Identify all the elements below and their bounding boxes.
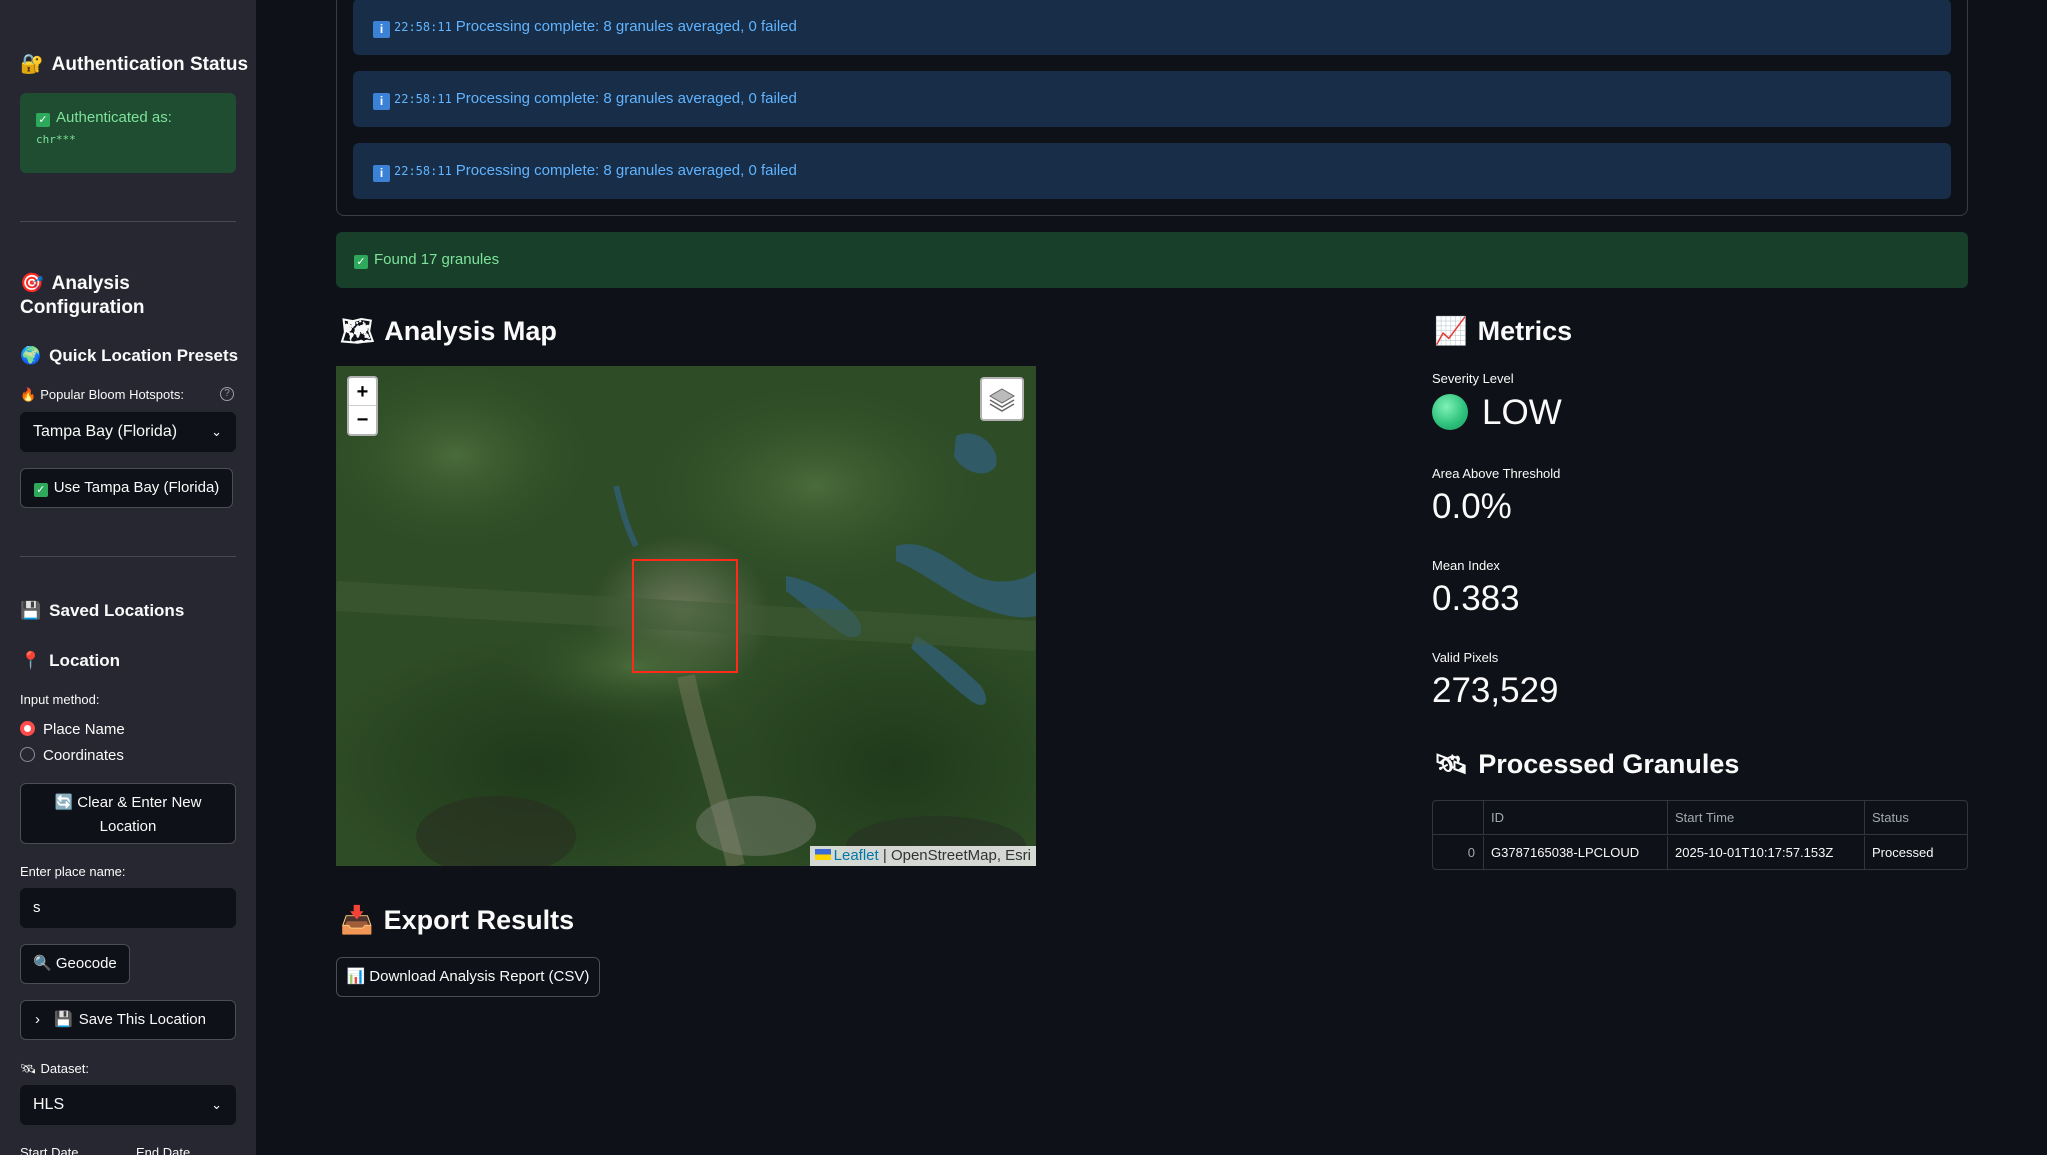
auth-message: Authenticated as: <box>56 109 172 126</box>
log-entry: i 22:58:11 Processing complete: 8 granules… <box>353 71 1951 127</box>
presets-heading: 🌍 Quick Location Presets <box>20 346 239 365</box>
log-entry: i 22:58:11 Processing complete: 8 granules… <box>353 0 1951 55</box>
sidebar: 🔐 Authentication Status ✓ Authenticated as… <box>0 0 256 1155</box>
saved-locations-heading: 💾 Saved Locations <box>20 601 185 620</box>
success-alert: ✓ Found 17 granules <box>336 232 1968 288</box>
auth-success-alert: ✓ Authenticated as: chr*** <box>20 93 236 173</box>
severity-value: LOW <box>1432 393 1562 433</box>
row-index-cell: 0 <box>1433 836 1484 870</box>
help-icon[interactable]: ? <box>220 387 234 401</box>
column-header-index <box>1433 801 1484 835</box>
export-heading: 📥 Export Results <box>340 905 575 935</box>
bar-chart-icon: 📊 <box>346 968 366 985</box>
zoom-in-button[interactable]: + <box>349 378 376 406</box>
clear-location-button[interactable]: 🔄 Clear & Enter New Location <box>20 783 236 844</box>
hotspot-select[interactable]: Tampa Bay (Florida) ⌄ <box>20 412 236 452</box>
floppy-disk-icon: 💾 <box>20 601 42 620</box>
area-value: 0.0% <box>1432 487 1512 526</box>
divider <box>20 556 236 557</box>
layers-icon <box>989 388 1015 412</box>
location-heading: 📍 Location <box>20 651 121 670</box>
mean-index-label: Mean Index <box>1432 558 1500 573</box>
analysis-map[interactable]: + − Leaflet | OpenStreetMap, Esri <box>336 366 1036 866</box>
column-header-status[interactable]: Status <box>1865 801 1967 835</box>
chevron-down-icon: ⌄ <box>211 1097 222 1112</box>
metrics-heading: 📈 Metrics <box>1434 316 1573 346</box>
zoom-out-button[interactable]: − <box>349 406 376 434</box>
satellite-icon: 🛰 <box>1434 749 1469 779</box>
chart-up-icon: 📈 <box>1434 316 1468 346</box>
satellite-icon: 🛰 <box>20 1061 37 1076</box>
place-name-input[interactable]: s <box>20 888 236 928</box>
map-heading: 🗺 Analysis Map <box>340 316 557 346</box>
severity-indicator-icon <box>1432 394 1468 430</box>
valid-pixels-value: 273,529 <box>1432 671 1559 710</box>
floppy-disk-icon: 💾 <box>54 1011 73 1028</box>
granules-heading: 🛰 Processed Granules <box>1434 749 1740 779</box>
chevron-down-icon: ⌄ <box>211 424 222 439</box>
input-method-label: Input method: <box>20 692 100 707</box>
radio-dot <box>20 721 35 736</box>
start-time-cell[interactable]: 2025-10-01T10:17:57.153Z <box>1668 836 1865 870</box>
valid-pixels-label: Valid Pixels <box>1432 650 1499 665</box>
pin-icon: 📍 <box>20 651 42 670</box>
refresh-icon: 🔄 <box>54 794 74 811</box>
geocode-button[interactable]: 🔍 Geocode <box>20 944 130 984</box>
download-report-button[interactable]: 📊 Download Analysis Report (CSV) <box>336 957 600 997</box>
hotspots-label: 🔥 Popular Bloom Hotspots: <box>20 387 184 402</box>
mean-index-value: 0.383 <box>1432 579 1520 618</box>
dataset-select[interactable]: HLS ⌄ <box>20 1085 236 1125</box>
table-header-row: ID Start Time Status <box>1433 801 1967 835</box>
ukraine-flag-icon <box>814 849 831 860</box>
end-date-label: End Date <box>136 1145 191 1155</box>
layers-control-button[interactable] <box>980 377 1024 421</box>
radio-coordinates[interactable]: Coordinates <box>20 747 124 764</box>
area-of-interest-rectangle <box>632 559 738 673</box>
analysis-config-heading: 🎯 Analysis Configuration <box>20 273 145 318</box>
leaflet-link[interactable]: Leaflet <box>834 847 879 864</box>
fire-icon: 🔥 <box>20 387 37 402</box>
divider <box>20 221 236 222</box>
target-icon: 🎯 <box>20 273 44 294</box>
save-location-expander[interactable]: › 💾 Save This Location <box>20 1000 236 1040</box>
table-row[interactable]: 0 G3787165038-LPCLOUD 2025-10-01T10:17:5… <box>1433 836 1967 870</box>
globe-icon: 🌍 <box>20 346 42 365</box>
lock-icon: 🔐 <box>20 54 44 75</box>
info-icon: i <box>373 165 390 182</box>
column-header-start-time[interactable]: Start Time <box>1668 801 1865 835</box>
severity-label: Severity Level <box>1432 371 1514 386</box>
radio-dot <box>20 747 35 762</box>
column-header-id[interactable]: ID <box>1484 801 1668 835</box>
zoom-control: + − <box>347 376 378 436</box>
inbox-tray-icon: 📥 <box>340 905 374 935</box>
auth-user: chr*** <box>36 133 76 146</box>
search-icon: 🔍 <box>33 955 52 972</box>
info-icon: i <box>373 93 390 110</box>
area-label: Area Above Threshold <box>1432 466 1561 481</box>
check-icon: ✓ <box>354 255 368 269</box>
map-attribution: Leaflet | OpenStreetMap, Esri <box>809 846 1036 866</box>
use-preset-button[interactable]: ✓ Use Tampa Bay (Florida) <box>20 468 233 508</box>
granule-id-cell[interactable]: G3787165038-LPCLOUD <box>1484 836 1668 870</box>
info-icon: i <box>373 21 390 38</box>
start-date-label: Start Date <box>20 1145 79 1155</box>
status-cell[interactable]: Processed <box>1865 836 1967 870</box>
chevron-right-icon: › <box>35 1011 40 1028</box>
granules-table[interactable]: ID Start Time Status 0 G3787165038-LPCLO… <box>1432 800 1968 870</box>
radio-place-name[interactable]: Place Name <box>20 721 125 738</box>
log-entry: i 22:58:11 Processing complete: 8 granules… <box>353 143 1951 199</box>
auth-status-heading: 🔐 Authentication Status <box>20 54 249 75</box>
check-icon: ✓ <box>36 113 50 127</box>
check-icon: ✓ <box>33 483 48 497</box>
map-icon: 🗺 <box>340 316 375 346</box>
place-name-label: Enter place name: <box>20 864 126 879</box>
dataset-label: 🛰 Dataset: <box>20 1061 89 1076</box>
